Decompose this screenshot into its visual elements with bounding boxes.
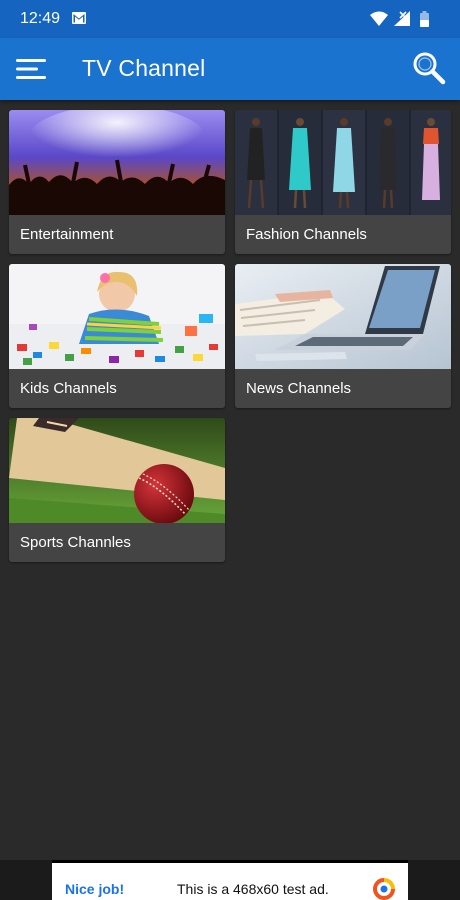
app-title: TV Channel: [82, 55, 206, 81]
signal-icon: [394, 11, 410, 26]
newspaper-laptop-image: [235, 264, 451, 369]
app-bar: TV Channel: [0, 38, 460, 100]
status-time: 12:49: [20, 10, 61, 27]
ad-border: [52, 860, 408, 863]
cricket-ball-bat-image: [9, 418, 225, 523]
category-card-sports[interactable]: Sports Channles: [9, 418, 225, 562]
ad-headline: Nice job!: [65, 881, 125, 897]
ad-message: This is a 468x60 test ad.: [177, 881, 329, 897]
category-label: Entertainment: [20, 226, 114, 243]
category-label: Fashion Channels: [246, 226, 367, 243]
category-label: Sports Channles: [20, 534, 131, 551]
wifi-icon: [370, 11, 388, 26]
adchoices-logo-icon[interactable]: [373, 878, 395, 900]
category-card-fashion[interactable]: Fashion Channels: [235, 110, 451, 254]
child-playing-blocks-image: [9, 264, 225, 369]
ad-banner-container: Nice job! This is a 468x60 test ad.: [0, 860, 460, 900]
gmail-icon: [72, 12, 86, 24]
hamburger-menu-icon[interactable]: [14, 54, 48, 84]
category-card-entertainment[interactable]: Entertainment: [9, 110, 225, 254]
concert-crowd-image: [9, 110, 225, 215]
search-icon[interactable]: [412, 51, 446, 85]
status-bar: 12:49: [0, 0, 460, 38]
category-label: Kids Channels: [20, 380, 117, 397]
category-card-kids[interactable]: Kids Channels: [9, 264, 225, 408]
category-label: News Channels: [246, 380, 352, 397]
battery-icon: [420, 11, 429, 27]
fashion-runway-image: [235, 110, 451, 215]
ad-banner[interactable]: Nice job! This is a 468x60 test ad.: [52, 860, 408, 900]
category-card-news[interactable]: News Channels: [235, 264, 451, 408]
status-icons: [370, 11, 429, 27]
